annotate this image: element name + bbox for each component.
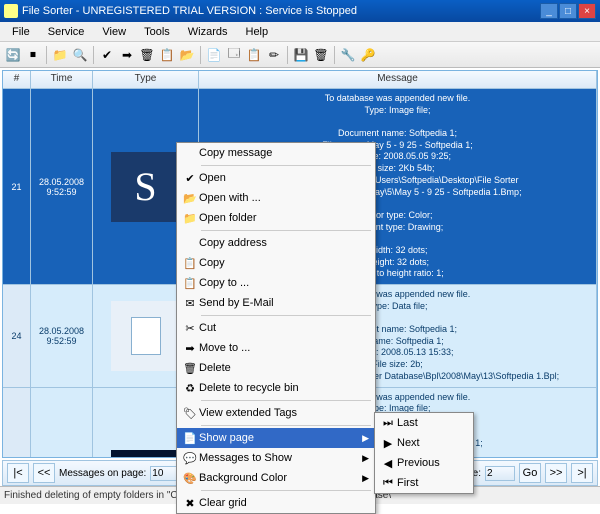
file-icon xyxy=(111,301,181,371)
ctx-show-page[interactable]: 📄Show page▶ xyxy=(177,428,375,448)
ctx-cut[interactable]: ✂Cut xyxy=(177,318,375,338)
ctx-background-color[interactable]: 🎨Background Color▶ xyxy=(177,468,375,488)
tb-refresh-icon[interactable]: 🔄 xyxy=(4,46,22,64)
ctx-messages-to-show[interactable]: 💬Messages to Show▶ xyxy=(177,448,375,468)
ctx-delete-to-recycle-bin[interactable]: ♻Delete to recycle bin xyxy=(177,378,375,398)
menu-file[interactable]: File xyxy=(4,24,38,40)
tb-clip-icon[interactable]: 📋 xyxy=(158,46,176,64)
minimize-button[interactable]: _ xyxy=(540,3,558,19)
menu-view[interactable]: View xyxy=(94,24,134,40)
cell-num: 28 xyxy=(3,388,31,458)
tb-wizard-icon[interactable]: 🔧 xyxy=(339,46,357,64)
ctx-delete[interactable]: 🗑Delete xyxy=(177,358,375,378)
tb-doc-icon[interactable]: 📄 xyxy=(205,46,223,64)
ctx-sub-previous[interactable]: ◀Previous xyxy=(375,453,473,473)
cell-time: 28.05.20089:52:59 xyxy=(31,285,93,387)
window-title: File Sorter - UNREGISTERED TRIAL VERSION… xyxy=(22,5,357,17)
tb-key-icon[interactable]: 🔑 xyxy=(359,46,377,64)
prev-page-button[interactable]: << xyxy=(33,463,55,483)
col-msg[interactable]: Message xyxy=(199,71,597,88)
menubar: File Service View Tools Wizards Help xyxy=(0,22,600,42)
ctx-open-with-[interactable]: 📂Open with ... xyxy=(177,188,375,208)
col-type[interactable]: Type xyxy=(93,71,199,88)
cell-time: 28.05.20089:52:59 xyxy=(31,388,93,458)
ctx-sub-last[interactable]: ⏭Last xyxy=(375,413,473,433)
thumbnail-icon: S xyxy=(111,152,181,222)
msgs-label: Messages on page: xyxy=(59,468,146,479)
ctx-move-to-[interactable]: ➡Move to ... xyxy=(177,338,375,358)
ctx-sub-first[interactable]: ⏮First xyxy=(375,473,473,493)
tb-stop-icon[interactable]: ⏹ xyxy=(24,46,42,64)
ctx-view-extended-tags[interactable]: 🏷View extended Tags xyxy=(177,403,375,423)
ctx-open[interactable]: ✔Open xyxy=(177,168,375,188)
tb-edit-icon[interactable]: ✏ xyxy=(265,46,283,64)
menu-tools[interactable]: Tools xyxy=(136,24,178,40)
tb-zoom-icon[interactable]: 🔍 xyxy=(71,46,89,64)
ctx-copy-address[interactable]: Copy address xyxy=(177,233,375,253)
tb-check-icon[interactable]: ✔ xyxy=(98,46,116,64)
titlebar: File Sorter - UNREGISTERED TRIAL VERSION… xyxy=(0,0,600,22)
tb-open-icon[interactable]: 📂 xyxy=(178,46,196,64)
thumbnail-icon xyxy=(111,450,181,457)
ctx-open-folder[interactable]: 📁Open folder xyxy=(177,208,375,228)
ctx-copy[interactable]: 📋Copy xyxy=(177,253,375,273)
ctx-send-by-e-mail[interactable]: ✉Send by E-Mail xyxy=(177,293,375,313)
maximize-button[interactable]: □ xyxy=(559,3,577,19)
tb-delete-icon[interactable]: 🗑 xyxy=(138,46,156,64)
tb-folder-icon[interactable]: 📁 xyxy=(51,46,69,64)
cell-num: 21 xyxy=(3,89,31,284)
cell-time: 28.05.20089:52:59 xyxy=(31,89,93,284)
menu-help[interactable]: Help xyxy=(238,24,277,40)
tb-win-icon[interactable]: 🗔 xyxy=(225,46,243,64)
context-submenu: ⏭Last▶Next◀Previous⏮First xyxy=(374,412,474,494)
col-num[interactable]: # xyxy=(3,71,31,88)
grid-header: # Time Type Message xyxy=(3,71,597,89)
ctx-copy-message[interactable]: Copy message xyxy=(177,143,375,163)
last-page-button[interactable]: >| xyxy=(571,463,593,483)
next-page-button[interactable]: >> xyxy=(545,463,567,483)
close-button[interactable]: × xyxy=(578,3,596,19)
go-button[interactable]: Go xyxy=(519,463,541,483)
tb-save-icon[interactable]: 💾 xyxy=(292,46,310,64)
ctx-copy-to-[interactable]: 📋Copy to ... xyxy=(177,273,375,293)
col-time[interactable]: Time xyxy=(31,71,93,88)
goto-page-input[interactable] xyxy=(485,466,515,481)
tb-delete2-icon[interactable]: 🗑 xyxy=(312,46,330,64)
tb-list-icon[interactable]: 📋 xyxy=(245,46,263,64)
ctx-sub-next[interactable]: ▶Next xyxy=(375,433,473,453)
toolbar: 🔄 ⏹ 📁 🔍 ✔ ➡ 🗑 📋 📂 📄 🗔 📋 ✏ 💾 🗑 🔧 🔑 xyxy=(0,42,600,68)
app-icon xyxy=(4,4,18,18)
tb-arrow-icon[interactable]: ➡ xyxy=(118,46,136,64)
ctx-clear-grid[interactable]: ✖Clear grid xyxy=(177,493,375,513)
context-menu: Copy message ✔Open📂Open with ...📁Open fol… xyxy=(176,142,376,514)
cell-num: 24 xyxy=(3,285,31,387)
first-page-button[interactable]: |< xyxy=(7,463,29,483)
menu-service[interactable]: Service xyxy=(40,24,93,40)
menu-wizards[interactable]: Wizards xyxy=(180,24,236,40)
